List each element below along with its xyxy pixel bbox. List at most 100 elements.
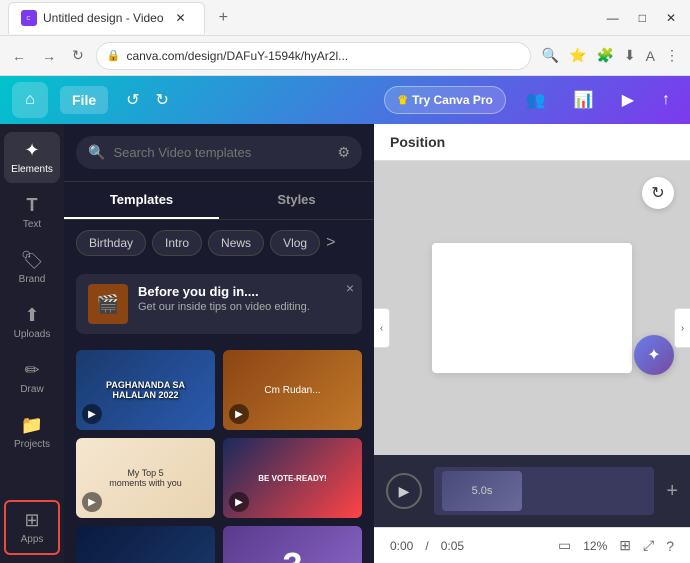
- sidebar-label-draw: Draw: [20, 384, 43, 395]
- sidebar-item-uploads[interactable]: ⬆ Uploads: [4, 297, 60, 348]
- search-icon: 🔍: [88, 144, 105, 161]
- sidebar-item-brand[interactable]: 🏷 Brand: [4, 242, 60, 293]
- close-window-button[interactable]: ✕: [660, 9, 682, 27]
- chip-birthday[interactable]: Birthday: [76, 230, 146, 256]
- canvas-area: ‹ ↻ ✦ ›: [374, 161, 690, 455]
- sidebar-item-text[interactable]: T Text: [4, 187, 60, 238]
- back-button[interactable]: ←: [8, 44, 30, 68]
- undo-button[interactable]: ↺: [120, 88, 145, 112]
- browser-menu-button[interactable]: ⋮: [662, 44, 682, 67]
- minimize-button[interactable]: —: [601, 9, 625, 27]
- address-bar[interactable]: 🔒 canva.com/design/DAFuY-1594k/hyAr2l...: [96, 42, 531, 70]
- sidebar-label-uploads: Uploads: [14, 329, 51, 340]
- extensions-button[interactable]: 🧩: [593, 44, 616, 67]
- sidebar-item-apps[interactable]: ⊞ Apps: [4, 500, 60, 555]
- sidebar-item-elements[interactable]: ✦ Elements: [4, 132, 60, 183]
- refresh-button[interactable]: ↻: [68, 43, 88, 68]
- promo-thumbnail: 🎬: [88, 284, 128, 324]
- search-bar-wrapper: 🔍 ⚙: [64, 124, 374, 182]
- title-bar-left: C Untitled design - Video ✕ +: [8, 2, 601, 34]
- file-button[interactable]: File: [60, 86, 108, 114]
- template-item-1[interactable]: PAGHANANDA SAHALALAN 2022 ▶: [76, 350, 215, 430]
- lock-icon: 🔒: [107, 49, 121, 62]
- browser-tab[interactable]: C Untitled design - Video ✕: [8, 2, 205, 34]
- crown-icon: ♛: [397, 93, 408, 107]
- new-tab-button[interactable]: +: [213, 7, 234, 29]
- timeline: ▶ 5.0s +: [374, 455, 690, 527]
- sidebar: ✦ Elements T Text 🏷 Brand ⬆ Uploads ✏ Dr…: [0, 124, 64, 563]
- browser-bar: ← → ↻ 🔒 canva.com/design/DAFuY-1594k/hyA…: [0, 36, 690, 76]
- fullscreen-button[interactable]: ⤢: [643, 537, 654, 554]
- tab-title: Untitled design - Video: [43, 11, 164, 25]
- chip-news[interactable]: News: [208, 230, 264, 256]
- main-layout: ✦ Elements T Text 🏷 Brand ⬆ Uploads ✏ Dr…: [0, 124, 690, 563]
- search-page-button[interactable]: 🔍: [539, 44, 562, 67]
- time-total: 0:05: [441, 539, 464, 553]
- home-icon: ⌂: [25, 91, 35, 109]
- template-item-2[interactable]: Cm Rudan... ▶: [223, 350, 362, 430]
- browser-actions: 🔍 ⭐ 🧩 ⬇ A ⋮: [539, 44, 682, 67]
- timeline-track[interactable]: 5.0s: [434, 467, 654, 515]
- template-item-3[interactable]: My Top 5moments with you ▶: [76, 438, 215, 518]
- bookmark-button[interactable]: ⭐: [566, 44, 589, 67]
- template-item-5[interactable]: MGA PAMBANSANG ▶: [76, 526, 215, 563]
- title-bar-controls: — □ ✕: [601, 9, 682, 27]
- device-view-button[interactable]: ▭: [558, 537, 571, 554]
- promo-close-button[interactable]: ×: [346, 280, 354, 296]
- profile-button[interactable]: A: [643, 45, 658, 67]
- template-item-4[interactable]: BE VOTE-READY! ▶: [223, 438, 362, 518]
- grid-view-button[interactable]: ⊞: [619, 537, 631, 554]
- play-overlay-3: ▶: [82, 492, 102, 512]
- redo-button[interactable]: ↻: [150, 88, 175, 112]
- more-chips-button[interactable]: >: [326, 234, 335, 252]
- try-pro-button[interactable]: ♛ Try Canva Pro: [384, 86, 505, 114]
- promo-title: Before you dig in....: [138, 284, 350, 299]
- tab-close-button[interactable]: ✕: [170, 9, 192, 27]
- tab-styles[interactable]: Styles: [219, 182, 374, 219]
- position-label: Position: [390, 134, 445, 150]
- templates-panel: 🔍 ⚙ Templates Styles Birthday Intro News…: [64, 124, 374, 563]
- search-bar[interactable]: 🔍 ⚙: [76, 136, 362, 169]
- text-icon: T: [27, 195, 38, 216]
- download-button[interactable]: ⬇: [621, 44, 639, 67]
- tab-templates[interactable]: Templates: [64, 182, 219, 219]
- rotate-button[interactable]: ↻: [642, 177, 674, 209]
- position-header: Position: [374, 124, 690, 161]
- forward-button[interactable]: →: [38, 44, 60, 68]
- sidebar-label-text: Text: [23, 219, 41, 230]
- sidebar-item-draw[interactable]: ✏ Draw: [4, 352, 60, 403]
- chip-vlog[interactable]: Vlog: [270, 230, 320, 256]
- preview-play-button[interactable]: ▶: [614, 86, 642, 114]
- zoom-level: 12%: [583, 539, 607, 553]
- timeline-play-button[interactable]: ▶: [386, 473, 422, 509]
- draw-icon: ✏: [24, 360, 39, 381]
- promo-desc: Get our inside tips on video editing.: [138, 301, 350, 313]
- play-overlay-2: ▶: [229, 404, 249, 424]
- search-input[interactable]: [113, 145, 329, 160]
- template-item-6[interactable]: 3 ▶: [223, 526, 362, 563]
- sidebar-label-elements: Elements: [11, 164, 53, 175]
- share-people-button[interactable]: 👥: [518, 86, 554, 114]
- elements-icon: ✦: [24, 140, 39, 161]
- chip-intro[interactable]: Intro: [152, 230, 202, 256]
- panel-toggle-right[interactable]: ›: [674, 308, 690, 348]
- help-button[interactable]: ?: [666, 538, 674, 554]
- right-panel: Position ‹ ↻ ✦ › ▶ 5.0s + 0:00 / 0:05 ▭: [374, 124, 690, 563]
- chart-button[interactable]: 📊: [566, 86, 602, 114]
- template-thumb-3: My Top 5moments with you ▶: [76, 438, 215, 518]
- panel-toggle-left[interactable]: ‹: [374, 308, 390, 348]
- history-buttons: ↺ ↻: [120, 88, 175, 112]
- share-upload-button[interactable]: ↑: [654, 87, 678, 113]
- svg-text:C: C: [27, 16, 31, 22]
- play-overlay-4: ▶: [229, 492, 249, 512]
- template-thumb-6: 3 ▶: [223, 526, 362, 563]
- home-button[interactable]: ⌂: [12, 82, 48, 118]
- maximize-button[interactable]: □: [633, 9, 652, 27]
- template-thumb-4: BE VOTE-READY! ▶: [223, 438, 362, 518]
- template-thumb-2: Cm Rudan... ▶: [223, 350, 362, 430]
- add-track-button[interactable]: +: [666, 480, 678, 503]
- ai-assist-button[interactable]: ✦: [634, 335, 674, 375]
- track-time-label: 5.0s: [472, 485, 493, 497]
- sidebar-item-projects[interactable]: 📁 Projects: [4, 407, 60, 458]
- search-filter-button[interactable]: ⚙: [337, 144, 350, 161]
